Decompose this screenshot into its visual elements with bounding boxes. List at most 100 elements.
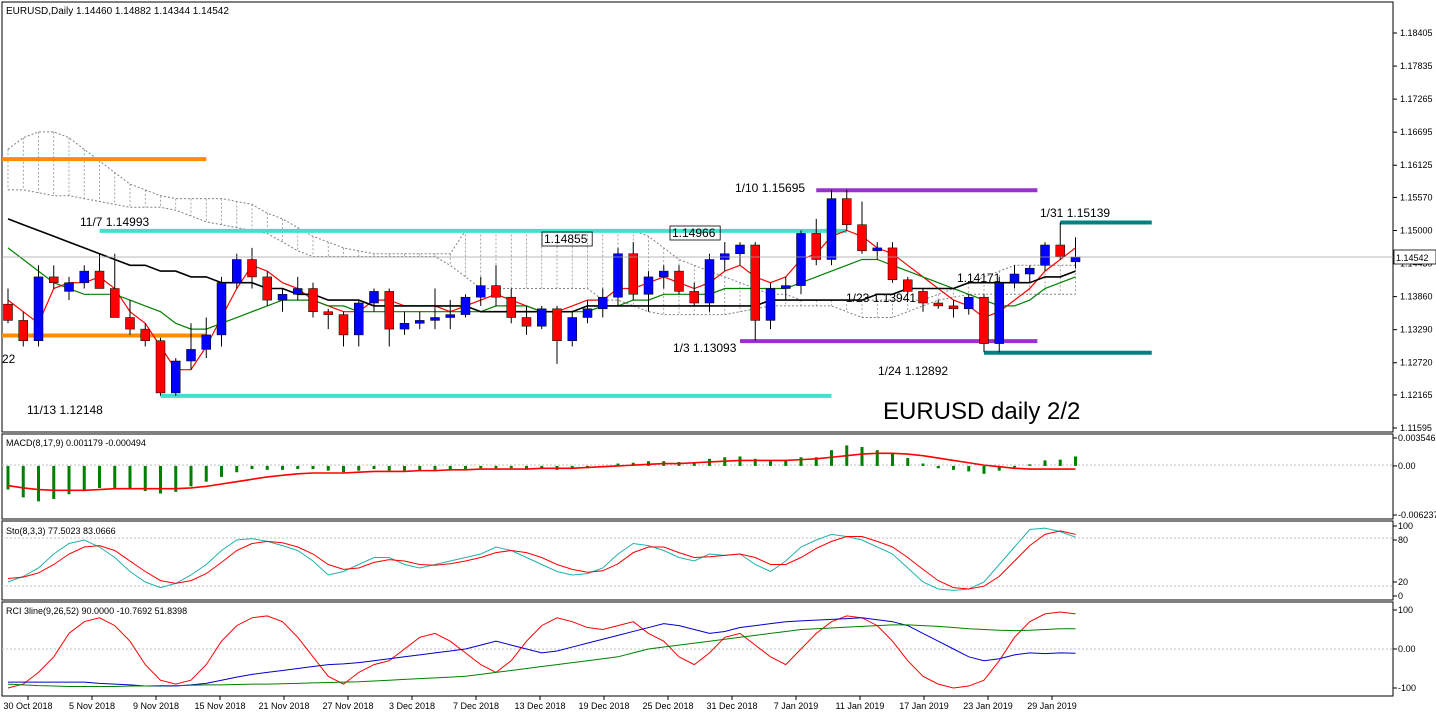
date-tick-label: 19 Dec 2018 xyxy=(578,701,629,711)
candle-body xyxy=(887,247,898,281)
candle-body xyxy=(689,291,699,304)
candle-body xyxy=(918,291,928,304)
macd-tick-label: 0.003546 xyxy=(1398,433,1436,443)
macd-bar xyxy=(1028,464,1032,466)
date-tick-label: 3 Dec 2018 xyxy=(389,701,435,711)
macd-axis: 0.003546 0.00 -0.006237 xyxy=(1393,433,1436,520)
stochastic-label: Sto(8,3,3) 77.5023 83.0666 xyxy=(6,526,116,536)
candle-body xyxy=(369,291,379,304)
date-tick-label: 29 Jan 2019 xyxy=(1027,701,1077,711)
macd-bar xyxy=(204,465,208,482)
date-tick-label: 7 Dec 2018 xyxy=(453,701,499,711)
macd-bar xyxy=(464,465,467,470)
annotation-label: 11/7 1.14993 xyxy=(80,215,150,229)
macd-bar xyxy=(433,465,437,470)
macd-bar xyxy=(1074,456,1077,466)
candle-body xyxy=(1040,244,1050,266)
candle-body xyxy=(598,296,608,310)
macd-tick-label: 0.00 xyxy=(1398,461,1416,471)
annotation-label: 1.14855 xyxy=(544,232,588,246)
candle-body xyxy=(933,302,943,307)
macd-bar xyxy=(372,465,376,470)
candle-body xyxy=(338,314,349,336)
price-tick-label: 1.17265 xyxy=(1400,94,1433,104)
macd-panel-frame xyxy=(1,433,1394,520)
macd-bar xyxy=(403,465,406,471)
candle-body xyxy=(1025,267,1035,275)
stochastic-axis: 100 80 20 0 xyxy=(1393,521,1413,601)
stochastic-tick-label: 0 xyxy=(1398,591,1403,601)
candle-body xyxy=(415,320,425,324)
price-axis: 1.18405 1.17835 1.17265 1.16695 1.16125 1.155… xyxy=(1393,28,1433,433)
date-tick-label: 21 Nov 2018 xyxy=(258,701,309,711)
candle-body xyxy=(262,276,272,301)
macd-bar xyxy=(82,465,86,492)
candle-body xyxy=(903,279,913,292)
price-tick-label: 1.18405 xyxy=(1400,28,1433,38)
candle-body xyxy=(521,317,532,327)
price-tick-label: 1.11595 xyxy=(1400,423,1432,433)
date-tick-label: 30 Oct 2018 xyxy=(3,701,52,711)
candle-body xyxy=(354,302,364,336)
macd-bar xyxy=(281,465,284,470)
candle-body xyxy=(781,285,791,289)
annotation-label: 1.14171 xyxy=(957,271,1001,285)
macd-bar xyxy=(1013,465,1016,468)
candle-body xyxy=(201,334,211,350)
candle-body xyxy=(1055,244,1065,257)
candle-body xyxy=(186,349,196,362)
price-tick-label: 1.13860 xyxy=(1400,292,1433,302)
macd-bar xyxy=(1058,459,1062,466)
annotation-label: 1/24 1.12892 xyxy=(878,364,948,378)
candle-body xyxy=(64,282,74,292)
candle-body xyxy=(857,224,867,252)
candle-body xyxy=(216,282,227,336)
macd-bar xyxy=(509,465,513,469)
candle-body xyxy=(308,288,318,312)
candle-body xyxy=(49,276,59,283)
candle-body xyxy=(94,270,105,289)
annotation-label: 1.14966 xyxy=(672,226,716,240)
date-tick-label: 23 Jan 2019 xyxy=(963,701,1013,711)
chart-watermark: EURUSD daily 2/2 xyxy=(883,398,1080,425)
date-tick-label: 13 Dec 2018 xyxy=(514,701,565,711)
date-tick-label: 17 Jan 2019 xyxy=(899,701,949,711)
rci-label: RCI 3line(9,26,52) 90.0000 -10.7692 51.8… xyxy=(6,606,187,616)
date-tick-label: 11 Jan 2019 xyxy=(836,701,885,711)
candle-body xyxy=(171,360,181,394)
stochastic-tick-label: 100 xyxy=(1398,521,1413,531)
macd-bar xyxy=(891,452,894,466)
candle-body xyxy=(491,285,501,298)
candle-body xyxy=(613,253,623,298)
date-tick-label: 25 Dec 2018 xyxy=(642,701,693,711)
candle-body xyxy=(872,247,882,252)
macd-bar xyxy=(189,465,193,487)
candle-body xyxy=(33,276,44,341)
candle-body xyxy=(842,198,852,225)
price-tick-label: 1.12720 xyxy=(1400,358,1433,368)
candle-body xyxy=(537,308,547,327)
current-price-label: 1.14542 xyxy=(1393,249,1436,265)
macd-bar xyxy=(479,465,483,469)
stochastic-tick-label: 20 xyxy=(1398,577,1408,587)
candle-body xyxy=(110,288,120,318)
macd-bar xyxy=(494,465,498,469)
price-tick-label: 1.17835 xyxy=(1400,61,1433,71)
macd-label: MACD(8,17,9) 0.001179 -0.000494 xyxy=(6,438,146,448)
candle-body xyxy=(948,305,959,310)
macd-bar xyxy=(235,465,239,473)
rci-tick-label: 100 xyxy=(1398,605,1413,615)
macd-bar xyxy=(326,465,330,471)
candle-body xyxy=(18,320,28,341)
rci-panel: RCI 3line(9,26,52) 90.0000 -10.7692 51.8… xyxy=(1,601,1416,697)
annotation-label: 22 xyxy=(2,352,16,366)
date-tick-label: 27 Nov 2018 xyxy=(322,701,373,711)
price-tick-label: 1.13290 xyxy=(1400,325,1433,335)
date-axis: 30 Oct 2018 5 Nov 2018 9 Nov 2018 15 Nov 20… xyxy=(3,696,1077,711)
candle-body xyxy=(979,296,989,344)
candle-body xyxy=(125,317,135,330)
rci-tick-label: -100 xyxy=(1398,683,1416,693)
macd-bar xyxy=(967,465,971,472)
candle-body xyxy=(826,198,837,260)
svg-text:1.14542: 1.14542 xyxy=(1396,253,1429,263)
